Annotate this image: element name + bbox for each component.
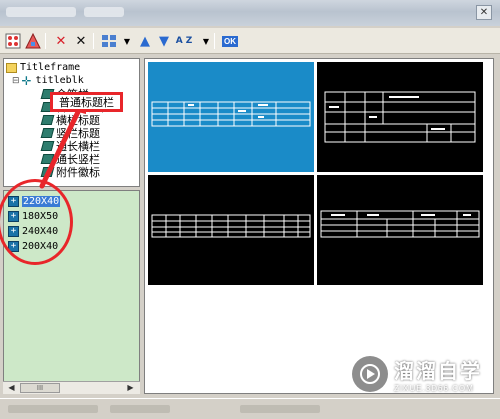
watermark-url: ZIXUE.3D66.COM (394, 384, 474, 393)
annotation-highlight-box: 普通标题栏 (50, 92, 123, 112)
block-icon (40, 140, 55, 151)
status-text-blurred (110, 405, 170, 413)
window-titlebar: ✕ (0, 0, 500, 26)
tree-item[interactable]: 附件徽标 (40, 165, 100, 179)
status-text-blurred (8, 405, 98, 413)
move-down-icon[interactable]: ▼ (155, 32, 173, 50)
chevron-down-icon[interactable]: ▼ (197, 32, 215, 50)
scroll-thumb[interactable]: III (20, 383, 60, 393)
select-all-icon[interactable] (4, 32, 22, 50)
block-icon (40, 166, 55, 177)
horizontal-scrollbar[interactable]: ◀ III ▶ (3, 381, 140, 394)
delete-red-icon[interactable]: ✕ (52, 32, 70, 50)
title-block-drawing (320, 210, 480, 238)
title-text-blurred (84, 7, 124, 17)
callout-label: 普通标题栏 (59, 96, 114, 109)
status-text-blurred (240, 405, 320, 413)
block-icon (40, 127, 55, 138)
title-block-thumbnail[interactable] (148, 175, 314, 285)
tree-root-label: Titleframe (20, 62, 81, 73)
sort-az-icon[interactable]: A Z (175, 32, 193, 50)
watermark-name: 溜溜自学 (394, 359, 482, 383)
close-button[interactable]: ✕ (476, 5, 492, 20)
tree-node-label: titleblk (35, 75, 84, 86)
title-block-drawing (151, 101, 311, 127)
folder-icon (6, 62, 17, 73)
play-logo-icon (352, 356, 388, 392)
sort-label: A Z (175, 36, 193, 46)
title-block-drawing (324, 91, 476, 143)
move-up-icon[interactable]: ▲ (136, 32, 154, 50)
palette-icon[interactable] (24, 32, 42, 50)
status-bar (0, 398, 500, 419)
tree-panel: Titleframe ⊟ ✛ titleblk 会签栏 普通标题栏 横栏标题 竖… (3, 58, 140, 187)
tree-item-label: 附件徽标 (56, 165, 100, 179)
ok-label: OK (222, 35, 238, 47)
block-icon (40, 114, 55, 125)
ok-icon[interactable]: OK (221, 32, 239, 50)
toolbar: ✕ ✕ ▼ ▲ ▼ A Z ▼ OK (0, 28, 500, 54)
tree-root[interactable]: Titleframe (6, 61, 80, 74)
delete-black-icon[interactable]: ✕ (72, 32, 90, 50)
title-block-thumbnail[interactable] (317, 175, 483, 285)
preview-area (144, 58, 494, 394)
view-grid-icon[interactable] (100, 32, 118, 50)
block-group-icon: ✛ (21, 73, 32, 88)
annotation-ellipse (0, 179, 73, 265)
chevron-down-icon[interactable]: ▼ (118, 32, 136, 50)
collapse-icon: ⊟ (12, 75, 20, 86)
title-block-drawing (151, 214, 311, 238)
watermark: 溜溜自学 ZIXUE.3D66.COM (352, 355, 482, 393)
title-block-thumbnail[interactable] (317, 62, 483, 172)
scroll-left-icon[interactable]: ◀ (6, 383, 17, 393)
scroll-right-icon[interactable]: ▶ (125, 383, 136, 393)
title-text-blurred (6, 7, 76, 17)
title-block-thumbnail-selected[interactable] (148, 62, 314, 172)
block-icon (40, 153, 55, 164)
